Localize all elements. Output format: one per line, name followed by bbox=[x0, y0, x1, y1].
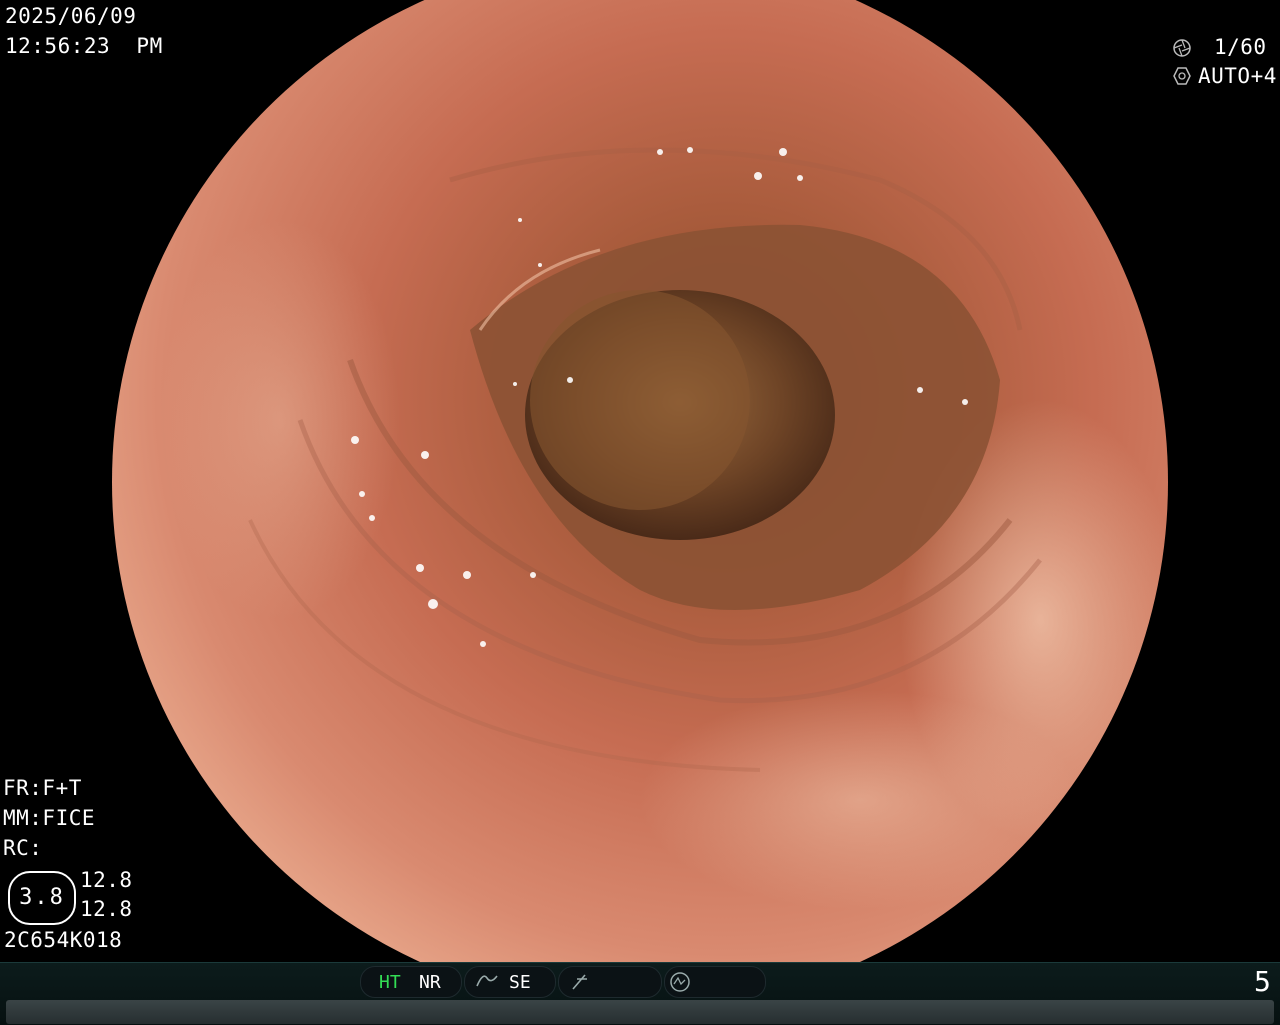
endoscope-view bbox=[112, 0, 1168, 962]
page-number: 5 bbox=[1254, 965, 1272, 998]
ht-label[interactable]: HT bbox=[379, 972, 401, 993]
mode-circle-icon bbox=[669, 971, 691, 998]
iris-readout: AUTO+4 bbox=[1198, 64, 1277, 88]
structure-pill[interactable] bbox=[558, 966, 662, 998]
ht-nr-pill[interactable]: HT NR bbox=[360, 966, 462, 998]
time-readout: 12:56:23 PM bbox=[5, 34, 163, 58]
rc-readout: RC: bbox=[3, 836, 43, 860]
se-pill[interactable]: SE bbox=[464, 966, 556, 998]
date-readout: 2025/06/09 bbox=[5, 4, 137, 28]
se-label[interactable]: SE bbox=[509, 972, 531, 993]
mm-readout: MM:FICE bbox=[3, 806, 96, 830]
nr-label[interactable]: NR bbox=[419, 972, 441, 993]
fr-readout: FR:F+T bbox=[3, 776, 82, 800]
mode-pill[interactable] bbox=[664, 966, 766, 998]
shutter-readout: 1/60 bbox=[1214, 35, 1267, 59]
enhance-curve-icon bbox=[475, 970, 499, 997]
value-bottom: 12.8 bbox=[80, 897, 133, 921]
fov-badge: 3.8 bbox=[8, 871, 76, 925]
bottom-strip bbox=[6, 1000, 1274, 1024]
shutter-icon bbox=[1172, 38, 1192, 58]
iris-icon bbox=[1172, 66, 1192, 86]
scope-id: 2C654K018 bbox=[4, 928, 123, 952]
structure-icon bbox=[569, 971, 591, 998]
value-top: 12.8 bbox=[80, 868, 133, 892]
